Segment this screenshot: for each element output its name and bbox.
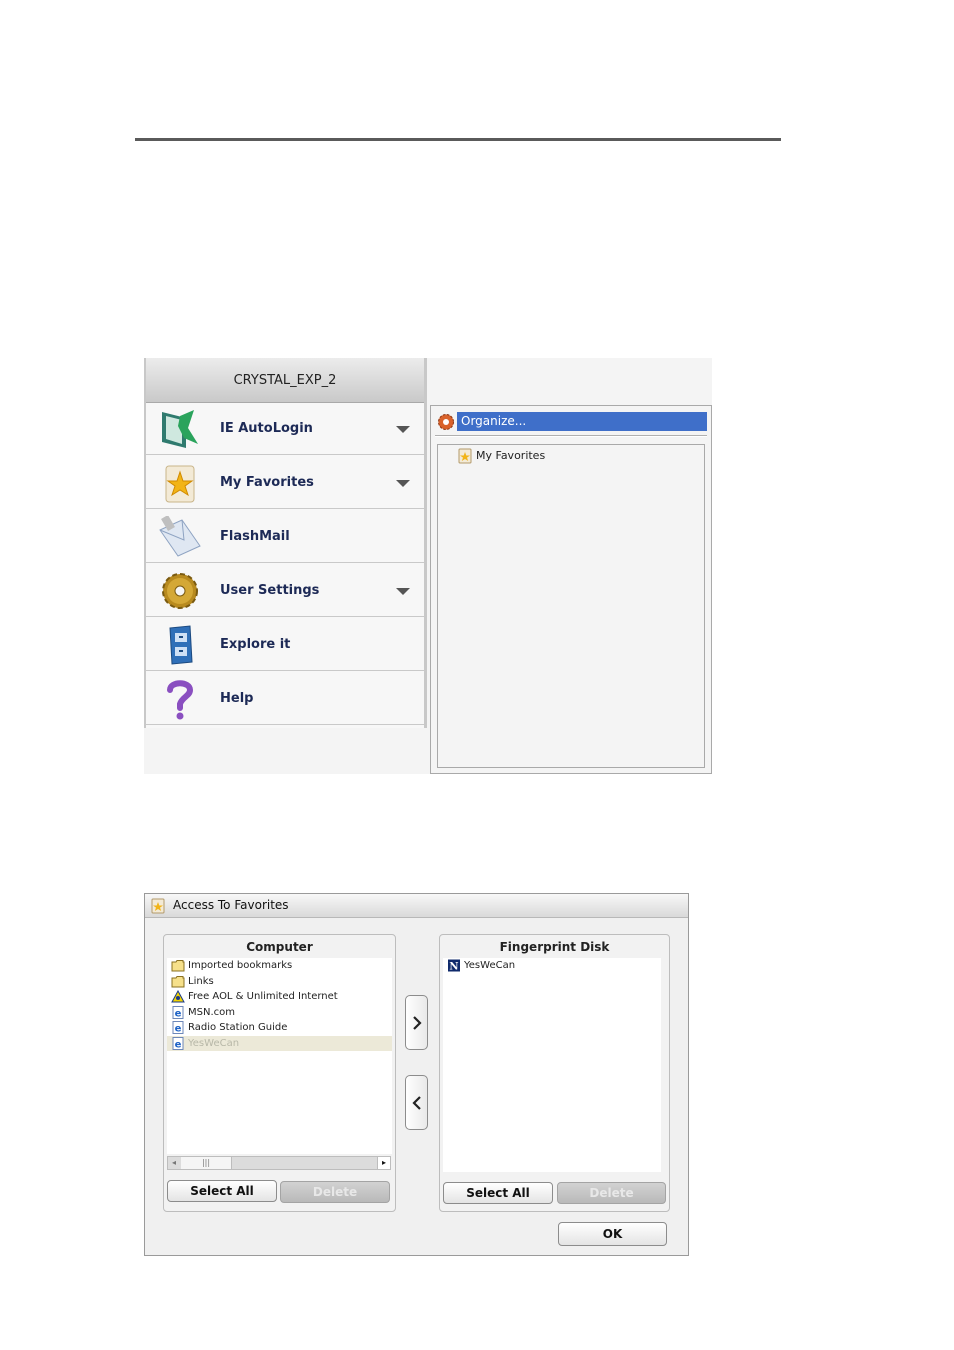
list-item[interactable]: N YesWeCan (443, 958, 661, 974)
sidebar-item-label: User Settings (220, 583, 320, 598)
list-item-label: Links (188, 975, 214, 987)
sidebar-item-label: Help (220, 691, 254, 706)
page-divider (135, 138, 781, 141)
svg-text:e: e (175, 1008, 182, 1019)
access-favorites-dialog: Access To Favorites Computer Imported bo… (144, 893, 689, 1256)
ok-button[interactable]: OK (558, 1222, 667, 1246)
folder-icon (171, 975, 185, 987)
computer-delete-button[interactable]: Delete (280, 1181, 390, 1203)
horizontal-scrollbar[interactable]: ◂ ||| ▸ (167, 1156, 391, 1170)
gear-icon (162, 573, 198, 609)
sidebar-item-help[interactable]: Help (146, 672, 424, 725)
tree-item-my-favorites[interactable]: My Favorites (458, 448, 545, 464)
computer-list[interactable]: Imported bookmarks Links Free AOL & Unli… (167, 958, 392, 1154)
list-item-label: Imported bookmarks (188, 960, 293, 971)
sidebar: CRYSTAL_EXP_2 IE AutoLogin My Favorites (144, 358, 427, 728)
ie-page-icon: e (172, 1021, 184, 1035)
list-item[interactable]: Links (167, 974, 392, 990)
favorites-star-icon (165, 465, 195, 503)
gear-icon (438, 414, 454, 430)
sidebar-item-ie-autologin[interactable]: IE AutoLogin (146, 402, 424, 455)
folder-icon (171, 960, 185, 972)
svg-text:e: e (175, 1039, 182, 1050)
svg-text:N: N (449, 962, 458, 973)
chevron-down-icon[interactable] (396, 588, 410, 595)
list-item[interactable]: e MSN.com (167, 1005, 392, 1021)
tree-item-label: My Favorites (476, 449, 546, 462)
divider (435, 435, 707, 437)
scroll-right-icon[interactable]: ▸ (377, 1157, 390, 1169)
sidebar-title: CRYSTAL_EXP_2 (146, 358, 424, 403)
fingerprint-header: Fingerprint Disk (499, 940, 610, 954)
sidebar-item-label: FlashMail (220, 529, 290, 544)
dialog-title-bar: Access To Favorites (145, 894, 688, 918)
sidebar-item-label: IE AutoLogin (220, 421, 313, 436)
aol-icon (171, 990, 185, 1003)
chevron-left-icon (412, 1096, 421, 1110)
move-right-button[interactable] (405, 995, 428, 1050)
chevron-right-icon (413, 1016, 422, 1030)
favorites-star-icon (151, 898, 165, 914)
scroll-left-icon[interactable]: ◂ (168, 1157, 180, 1169)
fingerprint-delete-button[interactable]: Delete (557, 1182, 666, 1204)
sidebar-item-user-settings[interactable]: User Settings (146, 564, 424, 617)
sidebar-item-flashmail[interactable]: FlashMail (146, 510, 424, 563)
netscape-n-icon: N (448, 959, 460, 973)
list-item-label: YesWeCan (464, 960, 516, 971)
organize-label: Organize... (457, 412, 707, 431)
ie-page-icon: e (172, 1005, 184, 1019)
ie-page-icon: e (172, 1036, 184, 1050)
list-item[interactable]: Imported bookmarks (167, 958, 392, 974)
question-mark-icon (167, 680, 194, 720)
list-item-selected[interactable]: e YesWeCan (167, 1035, 392, 1051)
fingerprint-box: Fingerprint Disk N YesWeCan Select All D… (439, 934, 670, 1212)
chevron-down-icon[interactable] (396, 480, 410, 487)
svg-text:e: e (175, 1024, 182, 1035)
crystal-panel: CRYSTAL_EXP_2 IE AutoLogin My Favorites (144, 358, 712, 774)
scroll-thumb[interactable]: ||| (181, 1157, 232, 1169)
sidebar-item-explore-it[interactable]: Explore it (146, 618, 424, 671)
ie-autologin-icon (162, 410, 198, 448)
computer-header: Computer (246, 940, 313, 954)
list-item-label: Free AOL & Unlimited Internet (188, 991, 338, 1002)
list-item-label: Radio Station Guide (188, 1022, 288, 1033)
sidebar-item-my-favorites[interactable]: My Favorites (146, 456, 424, 509)
chevron-down-icon[interactable] (396, 426, 410, 433)
computer-box: Computer Imported bookmarks Links Free A… (163, 934, 396, 1212)
sidebar-item-label: My Favorites (220, 475, 314, 490)
file-cabinet-icon (169, 625, 193, 665)
organize-panel: Organize... My Favorites (430, 405, 712, 774)
favorites-tree: My Favorites (437, 444, 705, 768)
list-item-label: YesWeCan (188, 1037, 240, 1049)
list-item[interactable]: e Radio Station Guide (167, 1020, 392, 1036)
sidebar-item-label: Explore it (220, 637, 291, 652)
fingerprint-list[interactable]: N YesWeCan (443, 958, 661, 1172)
favorites-star-icon (458, 448, 472, 464)
dialog-title: Access To Favorites (173, 898, 289, 912)
move-left-button[interactable] (405, 1075, 428, 1130)
list-item-label: MSN.com (188, 1006, 235, 1018)
fingerprint-select-all-button[interactable]: Select All (443, 1182, 553, 1204)
list-item[interactable]: Free AOL & Unlimited Internet (167, 989, 392, 1005)
computer-select-all-button[interactable]: Select All (167, 1180, 277, 1202)
organize-menu-item[interactable]: Organize... (435, 412, 707, 432)
mail-envelope-icon (159, 516, 201, 557)
